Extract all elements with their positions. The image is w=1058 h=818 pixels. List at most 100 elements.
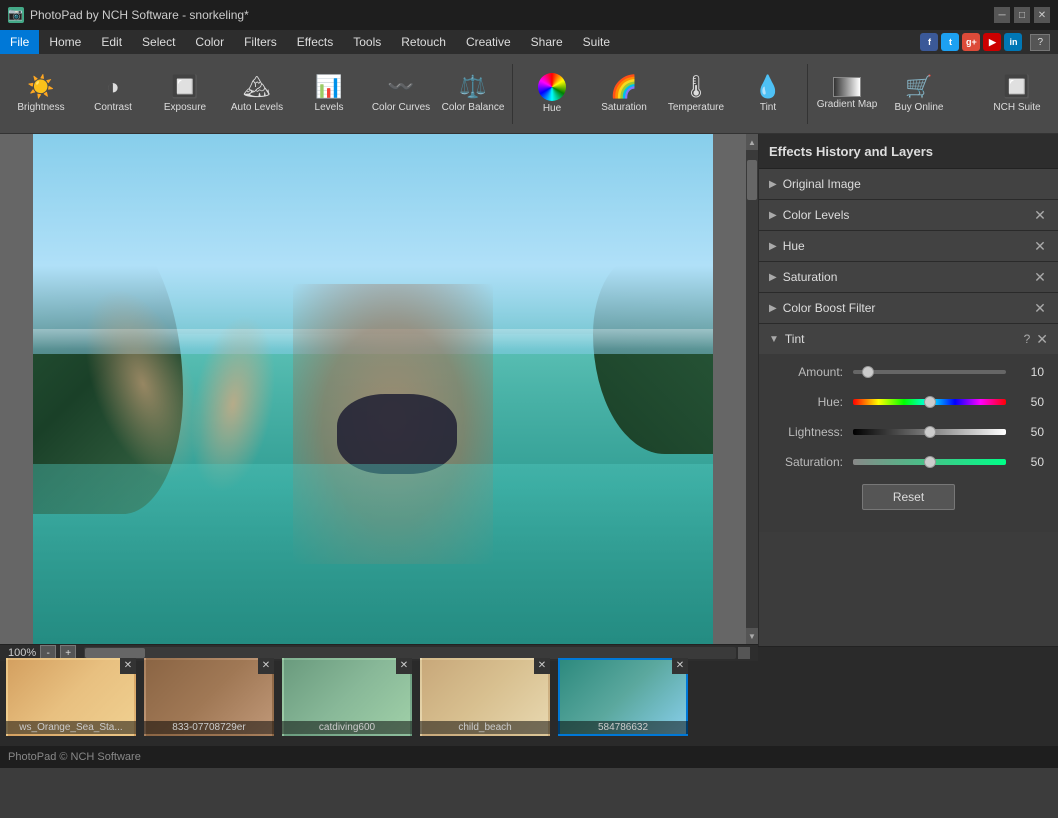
menu-file[interactable]: File: [0, 30, 39, 54]
effect-row-original[interactable]: ▶ Original Image: [759, 169, 1058, 199]
filmstrip-item-4[interactable]: ✕ child_beach: [420, 658, 550, 736]
youtube-icon[interactable]: ▶: [983, 33, 1001, 51]
temperature-tool[interactable]: 🌡 Temperature: [661, 58, 731, 130]
tint-tool[interactable]: 💧 Tint: [733, 58, 803, 130]
effect-row-saturation[interactable]: ▶ Saturation ✕: [759, 262, 1058, 292]
tint-close[interactable]: ✕: [1036, 331, 1048, 348]
film-close-4[interactable]: ✕: [534, 658, 550, 674]
saturation-slider-wrapper[interactable]: [853, 454, 1006, 470]
menu-share[interactable]: Share: [521, 30, 573, 54]
contrast-label: Contrast: [94, 102, 132, 113]
menu-retouch[interactable]: Retouch: [391, 30, 456, 54]
brightness-tool[interactable]: ☀️ Brightness: [6, 58, 76, 130]
film-close-1[interactable]: ✕: [120, 658, 136, 674]
hue-slider-label: Hue:: [773, 395, 843, 409]
amount-value: 10: [1014, 365, 1044, 379]
amount-slider-wrapper[interactable]: [853, 364, 1006, 380]
menu-creative[interactable]: Creative: [456, 30, 521, 54]
auto-levels-tool[interactable]: 🏔 Auto Levels: [222, 58, 292, 130]
buy-online-tool[interactable]: 🛒 Buy Online: [884, 58, 954, 130]
close-button[interactable]: ✕: [1034, 7, 1050, 23]
tint-arrow: ▼: [769, 334, 779, 345]
minimize-button[interactable]: ─: [994, 7, 1010, 23]
footer: PhotoPad © NCH Software: [0, 746, 1058, 768]
color-boost-label: Color Boost Filter: [783, 301, 1032, 315]
saturation-thumb[interactable]: [924, 456, 936, 468]
brightness-icon: ☀️: [27, 74, 54, 100]
saturation-tool[interactable]: 🌈 Saturation: [589, 58, 659, 130]
film-close-3[interactable]: ✕: [396, 658, 412, 674]
levels-tool[interactable]: 📊 Levels: [294, 58, 364, 130]
scroll-down-button[interactable]: ▼: [746, 628, 758, 644]
auto-levels-icon: 🏔: [243, 74, 271, 100]
google-icon[interactable]: g+: [962, 33, 980, 51]
lightness-value: 50: [1014, 425, 1044, 439]
effect-row-hue[interactable]: ▶ Hue ✕: [759, 231, 1058, 261]
filmstrip-item-5[interactable]: ✕ 584786632: [558, 658, 688, 736]
contrast-icon: ◑: [106, 74, 119, 100]
saturation-icon: 🌈: [610, 74, 637, 100]
scroll-up-button[interactable]: ▲: [746, 134, 758, 150]
amount-thumb[interactable]: [862, 366, 874, 378]
gradient-map-label: Gradient Map: [817, 99, 878, 110]
menu-bar: File Home Edit Select Color Filters Effe…: [0, 30, 1058, 54]
saturation-track: [853, 459, 1006, 465]
filmstrip-item-2[interactable]: ✕ 833-07708729er: [144, 658, 274, 736]
menu-select[interactable]: Select: [132, 30, 185, 54]
tint-help-icon[interactable]: ?: [1024, 332, 1031, 346]
lightness-thumb[interactable]: [924, 426, 936, 438]
buy-online-icon: 🛒: [905, 74, 932, 100]
menu-tools[interactable]: Tools: [343, 30, 391, 54]
lightness-slider-wrapper[interactable]: [853, 424, 1006, 440]
scroll-thumb[interactable]: [747, 160, 757, 200]
h-scroll-thumb[interactable]: [85, 648, 145, 658]
menu-home[interactable]: Home: [39, 30, 91, 54]
menu-effects[interactable]: Effects: [287, 30, 343, 54]
hue-effect-close[interactable]: ✕: [1032, 238, 1048, 255]
linkedin-icon[interactable]: in: [1004, 33, 1022, 51]
effect-row-color-boost[interactable]: ▶ Color Boost Filter ✕: [759, 293, 1058, 323]
exposure-tool[interactable]: 🔲 Exposure: [150, 58, 220, 130]
canvas-area[interactable]: [0, 134, 746, 644]
effect-arrow-saturation: ▶: [769, 272, 777, 283]
buy-online-label: Buy Online: [895, 102, 944, 113]
color-curves-tool[interactable]: 〰️ Color Curves: [366, 58, 436, 130]
color-levels-close[interactable]: ✕: [1032, 207, 1048, 224]
facebook-icon[interactable]: f: [920, 33, 938, 51]
tint-icon: 💧: [754, 74, 781, 100]
toolbar-separator: [512, 64, 513, 124]
effect-item-saturation: ▶ Saturation ✕: [759, 262, 1058, 293]
vertical-scrollbar[interactable]: ▲ ▼: [746, 134, 758, 644]
twitter-icon[interactable]: t: [941, 33, 959, 51]
menu-suite[interactable]: Suite: [573, 30, 620, 54]
hue-slider-wrapper[interactable]: [853, 394, 1006, 410]
film-close-2[interactable]: ✕: [258, 658, 274, 674]
gradient-map-tool[interactable]: Gradient Map: [812, 58, 882, 130]
effect-arrow-color-levels: ▶: [769, 210, 777, 221]
filmstrip-item-3[interactable]: ✕ catdiving600: [282, 658, 412, 736]
filmstrip-item-1[interactable]: ✕ ws_Orange_Sea_Sta...: [6, 658, 136, 736]
saturation-effect-close[interactable]: ✕: [1032, 269, 1048, 286]
tint-header[interactable]: ▼ Tint ? ✕: [759, 324, 1058, 354]
contrast-tool[interactable]: ◑ Contrast: [78, 58, 148, 130]
menu-color[interactable]: Color: [185, 30, 234, 54]
app-icon: 📷: [8, 7, 24, 23]
maximize-button[interactable]: □: [1014, 7, 1030, 23]
film-label-3: catdiving600: [282, 721, 412, 734]
color-balance-tool[interactable]: ⚖️ Color Balance: [438, 58, 508, 130]
toolbar-separator2: [807, 64, 808, 124]
tint-controls: Amount: 10 Hue: 5: [759, 354, 1058, 532]
hue-tool[interactable]: Hue: [517, 58, 587, 130]
reset-button[interactable]: Reset: [862, 484, 955, 510]
color-boost-close[interactable]: ✕: [1032, 300, 1048, 317]
menu-edit[interactable]: Edit: [91, 30, 132, 54]
hue-thumb[interactable]: [924, 396, 936, 408]
help-button[interactable]: ?: [1030, 34, 1050, 51]
saturation-slider-label: Saturation:: [773, 455, 843, 469]
effect-row-color-levels[interactable]: ▶ Color Levels ✕: [759, 200, 1058, 230]
effects-panel-header: Effects History and Layers: [759, 134, 1058, 169]
nch-suite-label: NCH Suite: [993, 102, 1040, 113]
menu-filters[interactable]: Filters: [234, 30, 287, 54]
nch-suite-tool[interactable]: 🔲 NCH Suite: [982, 58, 1052, 130]
film-close-5[interactable]: ✕: [672, 658, 688, 674]
